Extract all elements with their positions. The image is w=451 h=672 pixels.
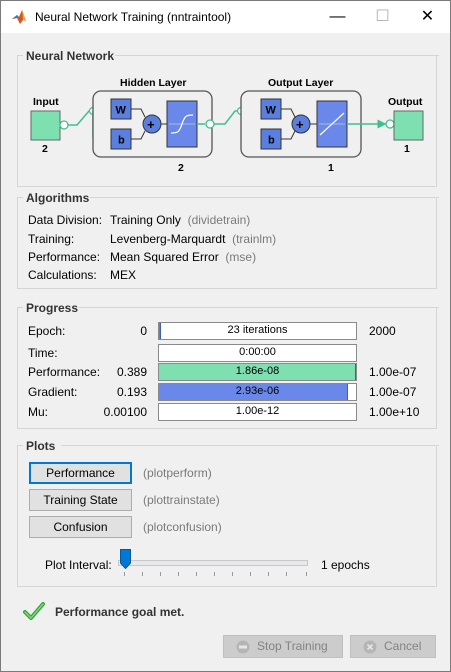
title-bar: Neural Network Training (nntraintool) — … [1, 1, 450, 33]
output-layer-title: Output Layer [268, 77, 333, 89]
progress-value-gradient: 2.93e-06 [235, 385, 280, 397]
checkmark-icon [23, 602, 45, 620]
progress-start-performance: 0.389 [116, 365, 147, 379]
algo-label: Training: [28, 232, 75, 246]
progress-label-mu: Mu: [28, 405, 49, 419]
matlab-logo-icon [12, 10, 26, 24]
plot-confusion-function: (plotconfusion) [143, 520, 222, 534]
progress-start-gradient: 0.193 [116, 385, 147, 399]
algo-value: Levenberg-Marquardt [110, 232, 226, 246]
progress-bar-time: 0:00:00 [158, 344, 357, 362]
network-diagram: Input 2 Hidden Layer W b + 2 Output Laye… [30, 77, 424, 174]
algo-value: Mean Squared Error [110, 250, 219, 264]
status-message: Performance goal met. [55, 605, 185, 619]
cancel-button[interactable]: Cancel [350, 635, 436, 658]
slider-ticks [124, 572, 307, 576]
progress-end-mu: 1.00e+10 [369, 405, 420, 419]
stop-training-button[interactable]: Stop Training [223, 635, 343, 658]
output-bias-symbol: b [268, 135, 275, 147]
plot-training-state-function: (plottrainstate) [143, 493, 220, 507]
output-node-size: 1 [404, 143, 410, 155]
close-button[interactable]: ✕ [405, 1, 450, 33]
plot-confusion-button[interactable]: Confusion [29, 516, 132, 538]
progress-value-time: 0:00:00 [239, 346, 276, 358]
output-label: Output [388, 96, 423, 108]
plot-performance-button[interactable]: Performance [29, 462, 132, 484]
output-size: 1 [328, 162, 334, 174]
plot-interval-label: Plot Interval: [45, 558, 112, 572]
progress-value-epoch: 23 iterations [227, 324, 288, 336]
stop-icon [236, 640, 250, 654]
progress-label-time: Time: [28, 346, 58, 360]
input-size: 2 [42, 143, 48, 155]
progress-bar-performance: 1.86e-08 [158, 363, 357, 381]
output-sum-symbol: + [296, 117, 304, 132]
output-node [393, 110, 424, 141]
neural-network-title: Neural Network [25, 49, 116, 63]
algo-value: MEX [110, 268, 137, 282]
hidden-size: 2 [178, 162, 184, 174]
progress-end-gradient: 1.00e-07 [369, 385, 417, 399]
progress-start-epoch: 0 [140, 324, 147, 338]
progress-value-performance: 1.86e-08 [235, 365, 280, 377]
progress-title: Progress [25, 301, 80, 315]
hidden-weight-symbol: W [116, 105, 127, 117]
progress-start-mu: 0.00100 [103, 405, 147, 419]
input-label: Input [33, 96, 59, 108]
algo-function: (trainlm) [232, 232, 277, 246]
plot-interval-slider[interactable] [118, 560, 308, 566]
stop-training-label: Stop Training [257, 639, 328, 653]
nntraintool-window: Neural Network Training (nntraintool) — … [0, 0, 451, 672]
algo-value: Training Only [110, 213, 181, 227]
algo-label: Data Division: [28, 213, 103, 227]
slider-thumb[interactable] [120, 549, 131, 569]
hidden-layer-title: Hidden Layer [120, 77, 187, 89]
maximize-button[interactable]: ☐ [360, 1, 405, 33]
plot-performance-function: (plotperform) [143, 466, 212, 480]
algorithms-title: Algorithms [25, 191, 91, 205]
output-weight-symbol: W [266, 105, 277, 117]
input-node [30, 110, 61, 141]
progress-end-epoch: 2000 [369, 324, 396, 338]
cancel-label: Cancel [384, 639, 422, 653]
hidden-bias-symbol: b [118, 135, 125, 147]
minimize-button[interactable]: — [315, 1, 360, 33]
plot-interval-value: 1 epochs [321, 558, 370, 572]
plots-title: Plots [25, 439, 57, 453]
progress-value-mu: 1.00e-12 [235, 405, 280, 417]
cancel-icon [363, 640, 377, 654]
algo-label: Performance: [28, 250, 101, 264]
progress-bar-gradient: 2.93e-06 [158, 383, 357, 401]
plot-training-state-button[interactable]: Training State [29, 489, 132, 511]
progress-bar-mu: 1.00e-12 [158, 403, 357, 421]
hidden-sum-symbol: + [147, 117, 155, 132]
algo-function: (mse) [225, 250, 257, 264]
progress-bar-epoch: 23 iterations [158, 322, 357, 340]
window-title: Neural Network Training (nntraintool) [35, 10, 232, 24]
progress-end-performance: 1.00e-07 [369, 365, 417, 379]
algo-label: Calculations: [28, 268, 97, 282]
algo-function: (dividetrain) [187, 213, 251, 227]
